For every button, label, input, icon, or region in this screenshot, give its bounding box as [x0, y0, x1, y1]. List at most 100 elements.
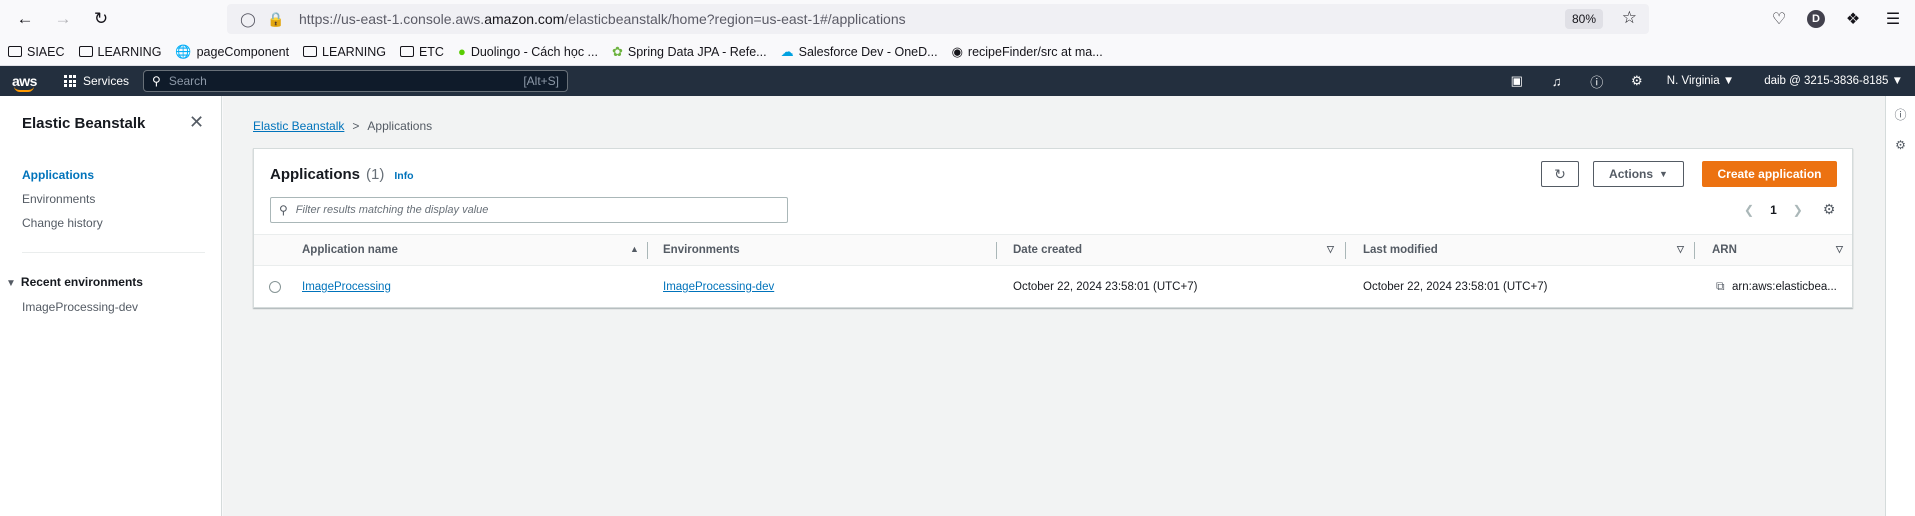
sort-ascending-icon[interactable]: ▲: [630, 244, 639, 254]
column-header-application-name[interactable]: Application name: [302, 244, 398, 256]
services-menu[interactable]: Services: [64, 74, 129, 88]
recent-environments-toggle[interactable]: ▼ Recent environments: [6, 275, 143, 289]
bookmark-item[interactable]: ☁ Salesforce Dev - OneD...: [781, 44, 938, 60]
zoom-indicator[interactable]: 80%: [1564, 9, 1603, 29]
profile-avatar[interactable]: D: [1807, 10, 1825, 28]
create-application-button[interactable]: Create application: [1702, 161, 1837, 187]
application-name-link[interactable]: ImageProcessing: [302, 281, 391, 293]
environment-link[interactable]: ImageProcessing-dev: [663, 281, 774, 293]
date-created-cell: October 22, 2024 23:58:01 (UTC+7): [1013, 281, 1198, 293]
feedback-icon[interactable]: ⚙: [1886, 138, 1915, 160]
previous-page-icon[interactable]: ❮: [1744, 203, 1754, 217]
url-text[interactable]: https://us-east-1.console.aws.amazon.com…: [299, 11, 906, 27]
caret-down-icon: ▼: [6, 278, 16, 289]
spring-icon: ✿: [611, 43, 623, 59]
refresh-button[interactable]: ↻: [1541, 161, 1579, 187]
column-header-environments[interactable]: Environments: [663, 244, 740, 256]
sidebar-item-applications[interactable]: Applications: [22, 168, 94, 182]
pagination: ❮ 1 ❯ ⚙: [1744, 201, 1835, 218]
sort-icon[interactable]: ▽: [1327, 244, 1334, 255]
bookmark-item[interactable]: 🌐 pageComponent: [175, 44, 289, 60]
lock-icon: 🔒: [267, 10, 285, 27]
settings-icon[interactable]: ⚙: [1617, 73, 1657, 89]
browser-toolbar: ← → ↻ ◯ 🔒 https://us-east-1.console.aws.…: [0, 0, 1915, 38]
menu-icon[interactable]: ☰: [1881, 4, 1905, 34]
last-modified-cell: October 22, 2024 23:58:01 (UTC+7): [1363, 281, 1548, 293]
refresh-icon: ↻: [1554, 165, 1566, 182]
sidebar-title: Elastic Beanstalk: [22, 115, 146, 132]
aws-search-input[interactable]: ⚲ Search [Alt+S]: [143, 70, 569, 92]
sort-icon[interactable]: ▽: [1836, 244, 1843, 255]
globe-icon: 🌐: [175, 43, 192, 59]
row-select-radio[interactable]: [269, 281, 281, 293]
aws-top-nav: aws Services ⚲ Search [Alt+S] ▣ ♫ ⓘ ⚙ N.…: [0, 66, 1915, 96]
breadcrumb-separator: >: [352, 119, 360, 133]
column-divider[interactable]: [647, 242, 648, 259]
sort-icon[interactable]: ▽: [1677, 244, 1684, 255]
panel-title: Applications: [270, 166, 361, 183]
folder-icon: [8, 46, 22, 57]
arn-cell: arn:aws:elasticbea...: [1732, 281, 1837, 293]
column-header-date-created[interactable]: Date created: [1013, 244, 1082, 256]
shield-icon[interactable]: ◯: [237, 11, 259, 28]
bookmark-item[interactable]: LEARNING: [303, 45, 386, 59]
copy-icon[interactable]: ⧉: [1716, 279, 1725, 294]
bookmark-item[interactable]: ◉ recipeFinder/src at ma...: [952, 44, 1103, 60]
gear-icon[interactable]: ⚙: [1823, 201, 1836, 218]
bookmarks-bar: SIAEC LEARNING 🌐 pageComponent LEARNING E…: [0, 38, 1915, 66]
column-divider[interactable]: [1694, 242, 1695, 259]
next-page-icon[interactable]: ❯: [1793, 203, 1803, 217]
pocket-icon[interactable]: ♡: [1767, 4, 1791, 34]
table-row[interactable]: ImageProcessing ImageProcessing-dev Octo…: [254, 267, 1852, 307]
sidebar: Elastic Beanstalk ✕ Applications Environ…: [0, 96, 222, 516]
notifications-icon[interactable]: ♫: [1537, 74, 1577, 89]
cloudshell-icon[interactable]: ▣: [1497, 73, 1537, 89]
panel-header: Applications (1) Info: [270, 166, 414, 183]
breadcrumb-root[interactable]: Elastic Beanstalk: [253, 119, 344, 133]
panel-count: (1): [366, 166, 385, 183]
breadcrumb: Elastic Beanstalk > Applications: [253, 119, 432, 133]
grid-icon: [64, 75, 76, 87]
aws-nav-right: ▣ ♫ ⓘ ⚙ N. Virginia ▼ daib @ 3215-3836-8…: [1497, 66, 1903, 96]
sidebar-item-change-history[interactable]: Change history: [22, 216, 103, 230]
close-icon[interactable]: ✕: [189, 112, 204, 133]
bookmark-star-icon[interactable]: ☆: [1622, 8, 1637, 28]
recent-env-link[interactable]: ImageProcessing-dev: [22, 300, 138, 314]
search-icon: ⚲: [152, 74, 161, 88]
actions-button[interactable]: Actions ▼: [1593, 161, 1684, 187]
extensions-icon[interactable]: ❖: [1841, 4, 1865, 34]
bookmark-item[interactable]: ETC: [399, 45, 444, 59]
github-icon: ◉: [951, 43, 963, 59]
bookmark-item[interactable]: LEARNING: [78, 45, 161, 59]
browser-right-icons: ♡ D ❖ ☰: [1767, 4, 1905, 34]
column-divider[interactable]: [1345, 242, 1346, 259]
folder-icon: [78, 46, 93, 57]
column-header-arn[interactable]: ARN: [1712, 244, 1737, 256]
breadcrumb-current: Applications: [367, 119, 433, 133]
address-bar[interactable]: ◯ 🔒 https://us-east-1.console.aws.amazon…: [227, 4, 1649, 34]
forward-icon[interactable]: →: [48, 4, 78, 34]
help-icon[interactable]: ⓘ: [1577, 72, 1617, 91]
account-menu[interactable]: daib @ 3215-3836-8185 ▼: [1764, 75, 1903, 87]
folder-icon: [303, 46, 318, 57]
page-number[interactable]: 1: [1770, 203, 1777, 217]
filter-input[interactable]: ⚲ Filter results matching the display va…: [270, 197, 788, 223]
info-link[interactable]: Info: [394, 170, 413, 182]
search-icon: ⚲: [279, 203, 288, 217]
info-icon[interactable]: ⓘ: [1886, 106, 1915, 128]
sidebar-divider: [22, 252, 205, 253]
table-header: Application name ▲ Environments Date cre…: [254, 234, 1852, 266]
region-selector[interactable]: N. Virginia ▼: [1667, 75, 1734, 87]
aws-logo[interactable]: aws: [12, 73, 38, 92]
caret-down-icon: ▼: [1659, 169, 1668, 179]
sidebar-item-environments[interactable]: Environments: [22, 192, 95, 206]
right-utility-rail: ⓘ ⚙: [1885, 96, 1915, 516]
bookmark-item[interactable]: ✿ Spring Data JPA - Refe...: [612, 44, 767, 60]
back-icon[interactable]: ←: [10, 4, 40, 34]
reload-icon[interactable]: ↻: [86, 4, 116, 34]
column-header-last-modified[interactable]: Last modified: [1363, 244, 1438, 256]
bookmark-item[interactable]: ● Duolingo - Cách học ...: [458, 44, 598, 59]
column-divider[interactable]: [996, 242, 997, 259]
bookmark-item[interactable]: SIAEC: [8, 45, 65, 59]
duolingo-icon: ●: [457, 44, 466, 59]
